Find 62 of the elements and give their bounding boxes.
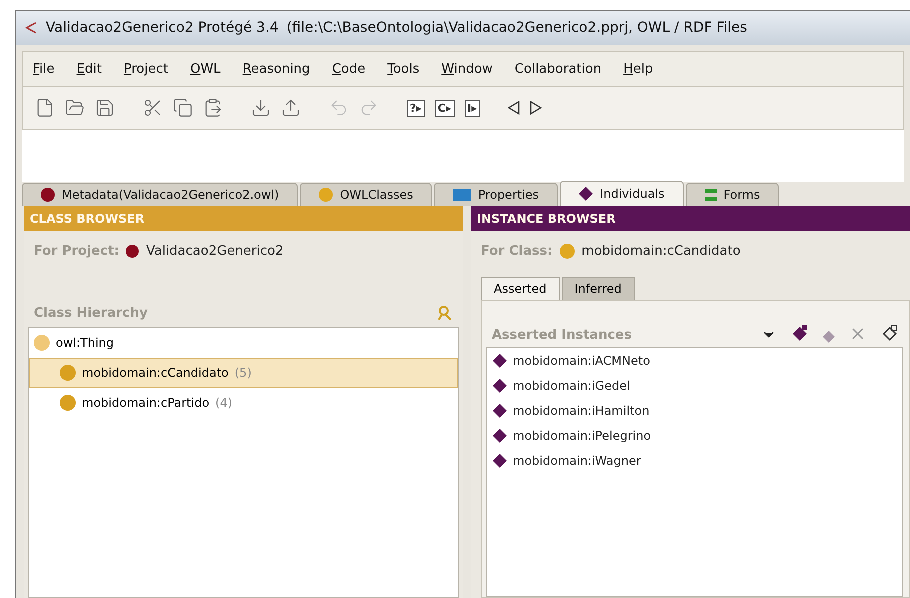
menu-item[interactable]: Collaboration	[514, 62, 602, 76]
panel-header: CLASS BROWSER	[24, 206, 463, 231]
menu-item[interactable]: Project	[124, 62, 168, 76]
file-path: (file:\C:\BaseOntologia\Validacao2Generico2.pprj, OWL / RDF Files	[286, 20, 748, 36]
import-icon[interactable]	[251, 98, 271, 118]
scissors-icon[interactable]	[143, 98, 163, 118]
tree-item[interactable]: owl:Thing	[29, 328, 458, 358]
diamond-icon	[493, 428, 507, 442]
toolbar-button[interactable]: I▸	[464, 100, 480, 116]
class-icon	[60, 395, 76, 411]
project-name: Validacao2Generico2	[146, 244, 284, 258]
tab[interactable]: Forms	[686, 183, 780, 206]
forward-triangle-icon[interactable]	[530, 101, 542, 115]
class-icon	[60, 365, 76, 381]
back-triangle-icon[interactable]	[508, 101, 520, 115]
tab[interactable]: Inferred	[562, 277, 635, 300]
paste-icon[interactable]	[203, 98, 223, 118]
menu-item[interactable]: File	[33, 62, 55, 76]
tab[interactable]: Individuals	[560, 181, 684, 206]
add-instance-icon[interactable]	[791, 325, 809, 343]
toolbar-button[interactable]: ?▸	[407, 100, 425, 116]
menu-item[interactable]: OWL	[190, 62, 221, 76]
copy-icon[interactable]	[173, 98, 193, 118]
new-file-icon[interactable]	[35, 98, 55, 118]
class-name: mobidomain:cCandidato	[582, 244, 741, 258]
menu-item[interactable]: Help	[624, 62, 654, 76]
tab[interactable]: Properties	[434, 183, 558, 206]
list-label: Asserted Instances	[492, 328, 633, 343]
diamond-icon	[493, 454, 507, 468]
instance-item[interactable]: mobidomain:iHamilton	[487, 398, 902, 423]
project-icon	[126, 244, 140, 258]
instance-item[interactable]: mobidomain:iGedel	[487, 373, 902, 398]
export-icon[interactable]	[281, 98, 301, 118]
diamond-icon	[493, 354, 507, 368]
tab[interactable]: OWLClasses	[300, 183, 432, 206]
diamond-icon	[823, 331, 835, 343]
menu-item[interactable]: Reasoning	[242, 62, 310, 76]
menu-item[interactable]: Code	[332, 62, 366, 76]
instance-item[interactable]: mobidomain:iACMNeto	[487, 348, 902, 373]
hierarchy-label: Class Hierarchy	[34, 306, 148, 321]
menu-item[interactable]: Edit	[76, 62, 102, 76]
tab[interactable]: Metadata(Validacao2Generico2.owl)	[22, 183, 298, 206]
instance-item[interactable]: mobidomain:iPelegrino	[487, 423, 902, 448]
class-label: For Class:	[481, 244, 553, 258]
toolbar-button[interactable]: C▸	[434, 100, 455, 116]
class-icon	[34, 335, 50, 351]
tab[interactable]: Asserted	[481, 277, 560, 300]
diamond-icon	[493, 404, 507, 418]
instance-item[interactable]: mobidomain:iWagner	[487, 448, 902, 473]
diamond-icon	[493, 378, 507, 392]
save-icon[interactable]	[95, 98, 115, 118]
app-icon	[24, 21, 38, 35]
project-label: For Project:	[34, 244, 120, 258]
window-title: Validacao2Generico2 Protégé 3.4	[46, 20, 279, 36]
tree-item[interactable]: mobidomain:cPartido (4)	[29, 388, 458, 418]
class-icon	[560, 244, 575, 258]
menu-item[interactable]: Window	[442, 62, 493, 76]
folder-icon[interactable]	[65, 98, 85, 118]
menu-item[interactable]: Tools	[388, 62, 420, 76]
tree-item[interactable]: mobidomain:cCandidato (5)	[29, 358, 458, 388]
panel-header: INSTANCE BROWSER	[471, 206, 910, 231]
copy-instance-icon[interactable]	[881, 325, 899, 343]
